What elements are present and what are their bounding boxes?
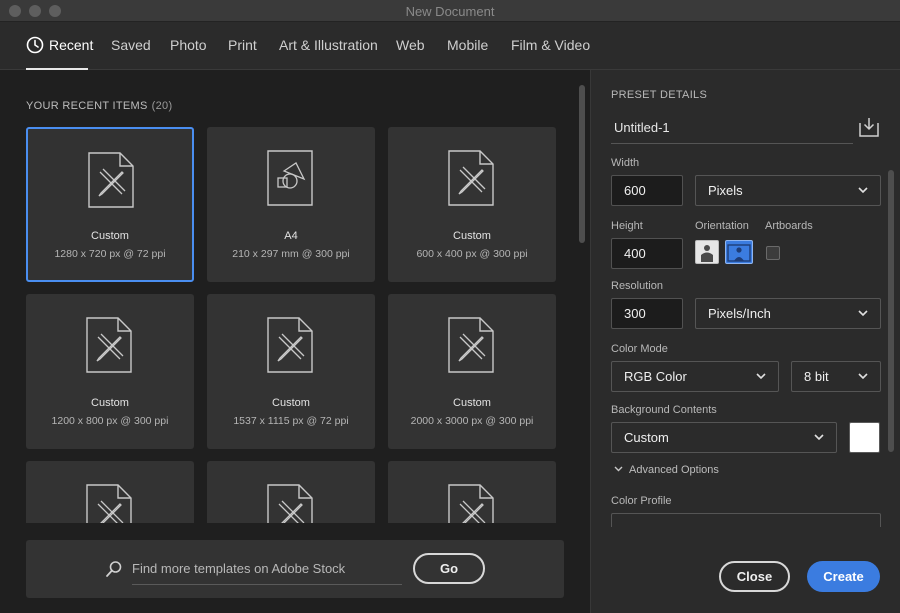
color-profile-label: Color Profile: [611, 495, 672, 507]
bit-depth-value: 8 bit: [804, 369, 829, 384]
orientation-label: Orientation: [695, 220, 749, 232]
resolution-input[interactable]: 300: [611, 298, 683, 329]
recent-items-heading: YOUR RECENT ITEMS (20): [26, 100, 172, 112]
recent-item-card[interactable]: Custom 2000 x 3000 px @ 300 ppi: [388, 294, 556, 449]
resolution-unit-select[interactable]: Pixels/Inch: [695, 298, 881, 329]
tab-print[interactable]: Print: [228, 37, 257, 53]
pencil-ruler-doc-icon: [88, 152, 134, 208]
recent-items-grid: Custom 1280 x 720 px @ 72 ppi A4 210 x 2…: [0, 126, 570, 523]
close-button[interactable]: Close: [719, 561, 790, 592]
tab-saved[interactable]: Saved: [111, 37, 151, 53]
pencil-ruler-doc-icon: [448, 317, 494, 373]
new-document-dialog: New Document Recent Saved Photo Print Ar…: [0, 0, 900, 613]
pencil-ruler-doc-icon: [86, 484, 132, 523]
width-unit-value: Pixels: [708, 183, 743, 198]
recent-items-scrollbar[interactable]: [579, 85, 585, 243]
recent-item-card[interactable]: Custom 1280 x 720 px @ 72 ppi: [26, 127, 194, 282]
recent-item-card[interactable]: [26, 461, 194, 523]
color-mode-select[interactable]: RGB Color: [611, 361, 779, 392]
preset-details-heading: PRESET DETAILS: [611, 89, 708, 101]
width-unit-select[interactable]: Pixels: [695, 175, 881, 206]
recent-items-panel: YOUR RECENT ITEMS (20) Custom 1280 x 720 …: [0, 70, 590, 613]
recent-item-size: 600 x 400 px @ 300 ppi: [416, 248, 528, 260]
recent-item-card[interactable]: [207, 461, 375, 523]
recent-item-title: Custom: [272, 397, 310, 409]
landscape-icon: [727, 244, 751, 262]
color-profile-select[interactable]: [611, 513, 881, 527]
background-contents-select[interactable]: Custom: [611, 422, 837, 453]
recent-item-title: Custom: [453, 230, 491, 242]
category-tabs: Recent Saved Photo Print Art & Illustrat…: [0, 22, 900, 70]
recent-item-card[interactable]: Custom 600 x 400 px @ 300 ppi: [388, 127, 556, 282]
clock-icon: [26, 36, 44, 54]
tab-art-illustration[interactable]: Art & Illustration: [279, 37, 378, 53]
width-label: Width: [611, 157, 640, 169]
background-color-swatch[interactable]: [849, 422, 880, 453]
pencil-ruler-doc-icon: [267, 317, 313, 373]
title-bar: New Document: [0, 0, 900, 22]
chevron-down-icon: [858, 310, 868, 317]
preset-details-panel: PRESET DETAILS Untitled-1 Width 600 Pixe…: [590, 70, 900, 613]
chevron-down-icon: [756, 373, 766, 380]
portrait-icon: [701, 245, 713, 262]
chevron-down-icon: [614, 466, 623, 472]
color-profile-select-box: [611, 513, 881, 527]
create-button[interactable]: Create: [807, 561, 880, 592]
chevron-down-icon: [858, 373, 868, 380]
pencil-ruler-doc-icon: [448, 484, 494, 523]
height-label: Height: [611, 220, 643, 232]
artboards-checkbox[interactable]: [766, 246, 780, 260]
recent-item-size: 2000 x 3000 px @ 300 ppi: [410, 415, 534, 427]
recent-items-title: YOUR RECENT ITEMS: [26, 100, 148, 112]
recent-item-title: Custom: [453, 397, 491, 409]
resolution-label: Resolution: [611, 280, 663, 292]
window-title: New Document: [405, 4, 495, 19]
recent-item-title: Custom: [91, 230, 129, 242]
recent-item-size: 1280 x 720 px @ 72 ppi: [54, 248, 166, 260]
chevron-down-icon: [814, 434, 824, 441]
pencil-ruler-doc-icon: [448, 150, 494, 206]
chevron-down-icon: [858, 187, 868, 194]
recent-items-count: (20): [151, 100, 173, 112]
save-preset-icon[interactable]: [858, 116, 880, 138]
background-contents-value: Custom: [624, 430, 669, 445]
color-mode-label: Color Mode: [611, 343, 668, 355]
search-icon: [106, 561, 122, 577]
go-button[interactable]: Go: [413, 553, 485, 584]
tab-recent[interactable]: Recent: [49, 37, 93, 53]
background-contents-label: Background Contents: [611, 404, 717, 416]
bit-depth-select[interactable]: 8 bit: [791, 361, 881, 392]
preset-details-scrollbar[interactable]: [888, 170, 894, 452]
shapes-doc-icon: [267, 150, 313, 206]
recent-item-size: 210 x 297 mm @ 300 ppi: [232, 248, 350, 260]
stock-search-bar: Find more templates on Adobe Stock Go: [26, 540, 564, 598]
tab-mobile[interactable]: Mobile: [447, 37, 488, 53]
recent-item-title: A4: [284, 230, 298, 242]
portrait-orientation-button[interactable]: [695, 240, 719, 264]
recent-item-title: Custom: [91, 397, 129, 409]
recent-item-card[interactable]: Custom 1200 x 800 px @ 300 ppi: [26, 294, 194, 449]
width-input[interactable]: 600: [611, 175, 683, 206]
height-input[interactable]: 400: [611, 238, 683, 269]
tab-film-video[interactable]: Film & Video: [511, 37, 590, 53]
advanced-options-label: Advanced Options: [629, 464, 719, 476]
document-name-field[interactable]: Untitled-1: [611, 117, 853, 144]
advanced-options-toggle[interactable]: Advanced Options: [614, 464, 719, 476]
recent-item-card[interactable]: [388, 461, 556, 523]
pencil-ruler-doc-icon: [267, 484, 313, 523]
tab-photo[interactable]: Photo: [170, 37, 207, 53]
stock-search-input[interactable]: Find more templates on Adobe Stock: [132, 561, 345, 576]
recent-item-card[interactable]: Custom 1537 x 1115 px @ 72 ppi: [207, 294, 375, 449]
recent-item-card[interactable]: A4 210 x 297 mm @ 300 ppi: [207, 127, 375, 282]
artboards-label: Artboards: [765, 220, 813, 232]
recent-item-size: 1200 x 800 px @ 300 ppi: [51, 415, 169, 427]
color-mode-value: RGB Color: [624, 369, 687, 384]
search-input-underline: [132, 584, 402, 585]
resolution-unit-value: Pixels/Inch: [708, 306, 771, 321]
landscape-orientation-button[interactable]: [725, 240, 753, 264]
recent-item-size: 1537 x 1115 px @ 72 ppi: [233, 415, 349, 427]
pencil-ruler-doc-icon: [86, 317, 132, 373]
tab-web[interactable]: Web: [396, 37, 425, 53]
